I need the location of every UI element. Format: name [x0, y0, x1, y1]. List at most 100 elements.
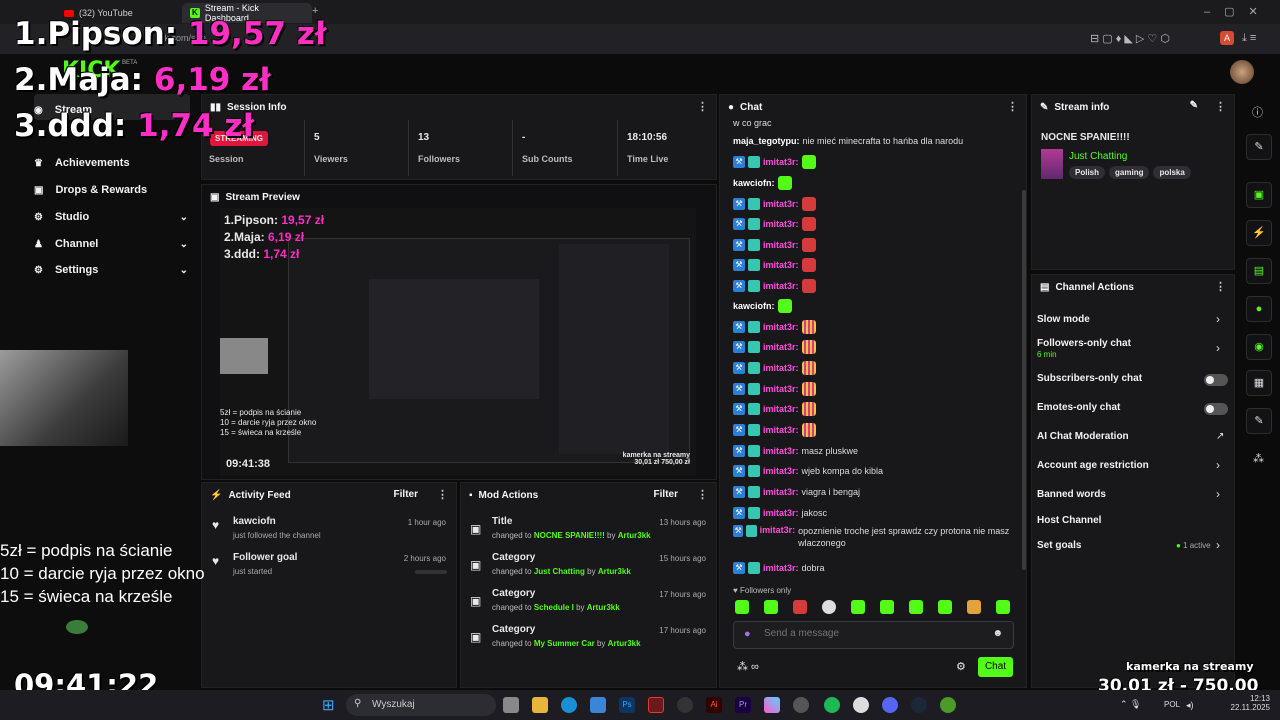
chat-username[interactable]: imitat3r: [763, 281, 799, 291]
emote-icon[interactable] [880, 600, 894, 614]
sidebar-item-studio[interactable]: ⚙ Studio ⌄ [34, 205, 194, 229]
emote-icon[interactable] [851, 600, 865, 614]
category-link[interactable]: Just Chatting [1069, 151, 1127, 162]
send-chat-button[interactable]: Chat [978, 657, 1013, 677]
more-icon[interactable]: ⋮ [697, 488, 708, 501]
more-tools-icon[interactable]: ⁂ [1253, 452, 1264, 465]
chevron-right-icon[interactable]: › [1216, 458, 1220, 472]
language-indicator[interactable]: POL [1164, 700, 1180, 709]
more-icon[interactable]: ⋮ [697, 100, 708, 113]
list-icon[interactable]: ▤ [1246, 258, 1272, 284]
action-banned-words[interactable]: Banned words [1037, 489, 1106, 500]
spotify-icon[interactable] [824, 697, 840, 713]
filter-button[interactable]: Filter [654, 489, 678, 500]
more-icon[interactable]: ⋮ [437, 488, 448, 501]
chat-username[interactable]: kawciofn: [733, 178, 775, 188]
emote-icon[interactable] [996, 600, 1010, 614]
chat-username[interactable]: imitat3r: [763, 425, 799, 435]
broadcast-icon[interactable]: ◉ [1246, 334, 1272, 360]
mic-icon[interactable]: ● [744, 628, 751, 640]
wrench-icon[interactable]: ✎ [1246, 408, 1272, 434]
stream-preview-video[interactable]: 1.Pipson: 19,57 zł 2.Maja: 6,19 zł 3.ddd… [220, 208, 696, 476]
action-emotes-only-chat[interactable]: Emotes-only chat [1037, 402, 1120, 413]
tag-chip[interactable]: polska [1153, 166, 1191, 179]
menu-icon[interactable]: ⤓ ≡ [1242, 32, 1256, 45]
more-icon[interactable]: ⋮ [1007, 100, 1018, 113]
chat-username[interactable]: imitat3r: [760, 525, 796, 535]
sidebar-item-drops-rewards[interactable]: ▣ Drops & Rewards [34, 178, 194, 202]
bolt-icon[interactable]: ⚡ [1246, 220, 1272, 246]
chat-username[interactable]: imitat3r: [763, 384, 799, 394]
emote-icon[interactable] [793, 600, 807, 614]
tag-chip[interactable]: gaming [1109, 166, 1150, 179]
taskbar-clock[interactable]: 12:13 22.11.2025 [1226, 694, 1270, 712]
chat-input[interactable] [764, 628, 974, 639]
action-subscribers-only-chat[interactable]: Subscribers-only chat [1037, 373, 1142, 384]
chat-username[interactable]: imitat3r: [763, 240, 799, 250]
store-icon[interactable] [590, 697, 606, 713]
edit-icon[interactable]: ✎ [1246, 134, 1272, 160]
chat-username[interactable]: imitat3r: [763, 446, 799, 456]
emote-icon[interactable] [909, 600, 923, 614]
preview-icon[interactable]: ▣ [1246, 182, 1272, 208]
emote-icon[interactable] [822, 600, 836, 614]
more-icon[interactable]: ⋮ [1215, 280, 1226, 293]
emote-icon[interactable] [938, 600, 952, 614]
emote-icon[interactable] [967, 600, 981, 614]
illustrator-icon[interactable]: Ai [706, 697, 722, 713]
layout-icon[interactable]: ▦ [1246, 370, 1272, 396]
photoshop-icon[interactable]: Ps [619, 697, 635, 713]
chat-username[interactable]: imitat3r: [763, 404, 799, 414]
chat-username[interactable]: imitat3r: [763, 322, 799, 332]
chatgpt-icon[interactable] [853, 697, 869, 713]
more-icon[interactable]: ⋮ [1215, 100, 1226, 113]
extensions-icons[interactable]: ⊟ ▢ ♦ ◣ ▷ ♡ ⬡ [1090, 32, 1170, 45]
profile-icon[interactable]: A [1220, 31, 1234, 45]
edit-icon[interactable]: ✎ [1190, 100, 1198, 111]
action-host-channel[interactable]: Host Channel [1037, 515, 1101, 526]
chevron-right-icon[interactable]: › [1216, 487, 1220, 501]
toggle-switch[interactable] [1204, 403, 1228, 415]
sidebar-item-achievements[interactable]: ♛ Achievements [34, 151, 194, 175]
edge-icon[interactable] [561, 697, 577, 713]
discord-icon[interactable] [882, 697, 898, 713]
emote-icon[interactable] [735, 600, 749, 614]
chat-icon[interactable]: ● [1246, 296, 1272, 322]
action-followers-only-chat[interactable]: Followers-only chat [1037, 338, 1131, 349]
chat-username[interactable]: imitat3r: [763, 260, 799, 270]
chat-username[interactable]: imitat3r: [763, 487, 799, 497]
action-set-goals[interactable]: Set goals [1037, 540, 1081, 551]
premiere-icon[interactable]: Pr [735, 697, 751, 713]
chat-username[interactable]: imitat3r: [763, 563, 799, 573]
action-ai-chat-moderation[interactable]: AI Chat Moderation [1037, 431, 1129, 442]
chat-username[interactable]: maja_tegotypu: [733, 136, 800, 146]
tag-chip[interactable]: Polish [1069, 166, 1106, 179]
chat-username[interactable]: imitat3r: [763, 219, 799, 229]
filter-button[interactable]: Filter [394, 489, 418, 500]
chat-username[interactable]: imitat3r: [763, 508, 799, 518]
file-explorer-icon[interactable] [532, 697, 548, 713]
taskbar-search[interactable]: ⚲ Wyszukaj [346, 694, 496, 716]
app-icon[interactable] [940, 697, 956, 713]
chat-username[interactable]: imitat3r: [763, 157, 799, 167]
window-controls[interactable]: –▢✕ [1204, 5, 1272, 18]
chat-username[interactable]: imitat3r: [763, 466, 799, 476]
gear-icon[interactable]: ⚙ [956, 660, 966, 673]
toggle-switch[interactable] [1204, 374, 1228, 386]
app-icon[interactable] [793, 697, 809, 713]
external-link-icon[interactable]: ↗ [1216, 431, 1224, 442]
emoji-icon[interactable]: ☻ [992, 628, 1003, 639]
chat-username[interactable]: imitat3r: [763, 199, 799, 209]
app-icon[interactable] [764, 697, 780, 713]
chevron-right-icon[interactable]: › [1216, 312, 1220, 326]
windows-start-icon[interactable]: ⊞ [322, 696, 335, 714]
steam-icon[interactable] [911, 697, 927, 713]
opera-gx-icon[interactable] [648, 697, 664, 713]
emote-icon[interactable] [764, 600, 778, 614]
volume-icon[interactable]: ◂) [1186, 700, 1194, 711]
info-circle-icon[interactable]: ⓘ [1252, 104, 1263, 120]
avatar[interactable] [1230, 60, 1254, 84]
chat-tools-icon[interactable]: ⁂ ∞ [737, 660, 759, 673]
sidebar-item-settings[interactable]: ⚙ Settings ⌄ [34, 258, 194, 282]
task-view-icon[interactable] [503, 697, 519, 713]
